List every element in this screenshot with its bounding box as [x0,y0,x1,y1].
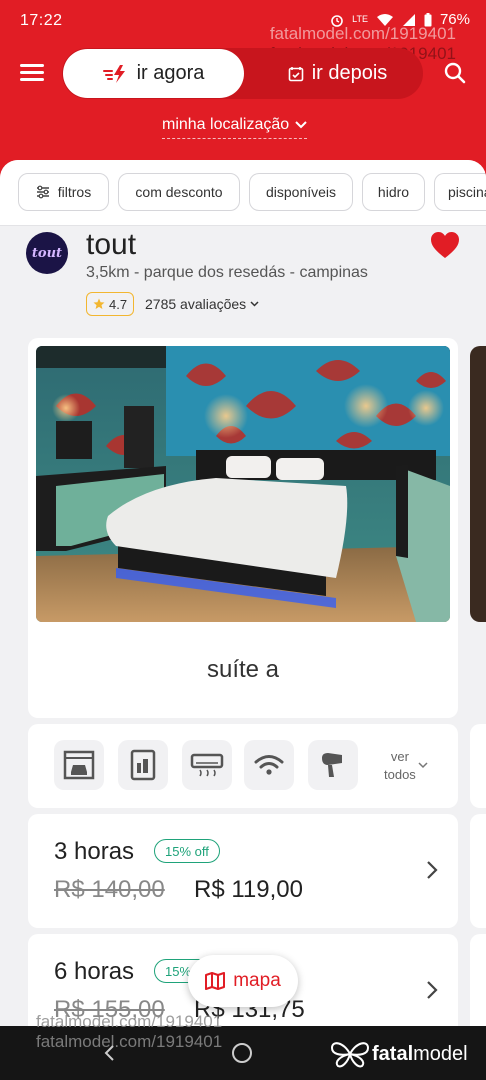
amenities-card: ver todos [28,724,458,808]
chip-label: piscina [448,184,486,200]
sliders-icon [36,185,49,199]
rating-badge: 4.7 [86,292,135,316]
price-period: 6 horas [54,958,135,985]
location-selector[interactable]: minha localização [162,116,308,139]
watermark-line: fatalmodel.com/1919401 [269,24,456,43]
amenity-fridge [118,740,168,790]
status-time: 17:22 [20,12,63,29]
go-later-label: ir depois [311,62,388,84]
brand-prefix: fatal [372,1042,414,1065]
watermark-line: fatalmodel.com/1919401 [36,1032,223,1051]
motel-address: 3,5km - parque dos resedás - campinas [86,264,368,281]
discount-badge: 15% off [154,839,220,863]
wifi-icon [254,755,284,775]
next-card-peek [470,724,486,808]
go-now-label: ir agora [136,62,205,84]
map-label: mapa [233,970,281,991]
watermark-line: fatalmodel.com/1919401 [36,1012,223,1031]
filter-chip-piscina[interactable]: piscina [434,173,486,211]
see-all-amenities[interactable]: ver todos [384,748,416,784]
app-header: 17:22 LTE 76% fatalmodel.com/1919401 fat… [0,0,486,180]
home-icon[interactable] [232,1043,252,1063]
go-now-tab[interactable]: ir agora [63,49,244,98]
suite-room-image [36,346,450,622]
price-new: R$ 119,00 [194,876,303,903]
suite-name: suíte a [206,656,280,683]
suite-photo[interactable] [36,346,450,622]
fridge-icon [130,749,156,781]
hair-dryer-icon [322,753,342,777]
motel-logo: tout [26,232,68,274]
chip-label: disponíveis [265,184,337,200]
brand-suffix: model [413,1042,468,1065]
network-type: LTE [352,14,368,24]
chip-label: filtros [57,184,92,200]
air-conditioning-icon [190,753,224,777]
rating-value: 4.7 [109,296,128,312]
see-all-line: todos [384,767,416,782]
chip-label: hidro [377,184,410,200]
amenity-air-conditioning [182,740,232,790]
garage-icon [63,750,95,780]
menu-button[interactable] [20,64,44,84]
watermark: fatalmodel.com/1919401 fatalmodel.com/19… [36,1012,222,1052]
amenity-garage [54,740,104,790]
chevron-right-icon [427,981,438,999]
reviews-link[interactable]: 2785 avaliações [145,296,259,312]
price-period: 3 horas [54,838,135,865]
reviews-count: 2785 avaliações [145,296,247,312]
star-icon [93,298,105,309]
chevron-down-icon [418,762,428,769]
go-later-tab[interactable]: ir depois [252,48,423,99]
time-toggle: ir agora ir depois [62,48,423,99]
location-label: minha localização [162,116,290,133]
see-all-line: ver [390,749,409,764]
next-card-peek [470,814,486,928]
filter-chip-filtros[interactable]: filtros [18,173,109,211]
amenity-hair-dryer [308,740,358,790]
chevron-down-icon [295,121,307,129]
search-icon[interactable] [444,62,466,84]
back-icon[interactable] [102,1044,118,1062]
amenity-wifi [244,740,294,790]
price-old: R$ 140,00 [54,876,165,903]
butterfly-icon [330,1042,370,1068]
chevron-down-icon [250,301,259,307]
chevron-right-icon [427,861,438,879]
chip-label: com desconto [135,184,223,200]
fatalmodel-logo: fatalmodel [330,1040,468,1068]
calendar-check-icon [288,66,303,81]
motel-name[interactable]: tout [86,228,136,262]
hamburger-icon [20,64,44,67]
filter-chip-com-desconto[interactable]: com desconto [118,173,240,211]
fast-lightning-icon [102,64,125,83]
favorite-heart-icon[interactable] [430,231,460,259]
map-icon [205,972,226,990]
filter-chip-hidro[interactable]: hidro [362,173,425,211]
price-option[interactable]: 3 horas 15% off R$ 140,00 R$ 119,00 [28,814,458,928]
filter-chip-disponiveis[interactable]: disponíveis [249,173,353,211]
next-suite-peek[interactable] [470,346,486,622]
map-button[interactable]: mapa [188,955,298,1007]
logo-text: tout [31,245,63,261]
filter-bar: filtros com desconto disponíveis hidro p… [0,160,486,226]
